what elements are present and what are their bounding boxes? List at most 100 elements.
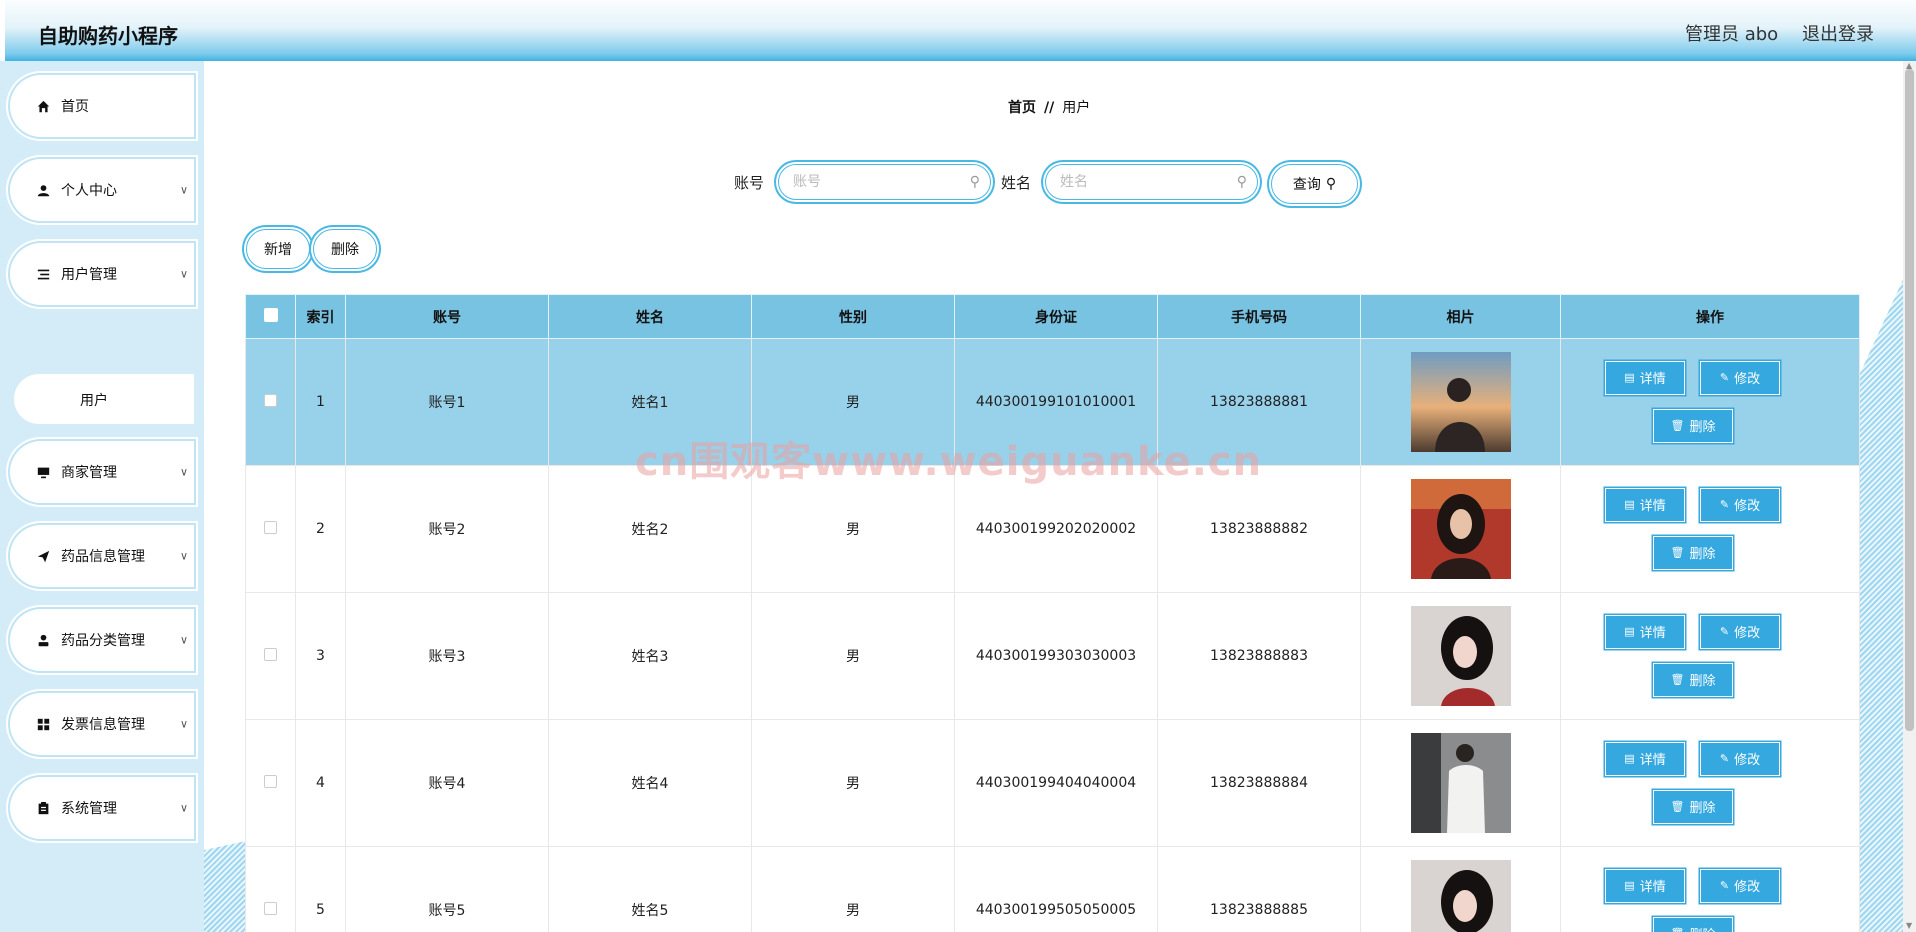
breadcrumb-separator: // [1044, 100, 1055, 116]
logout-link[interactable]: 退出登录 [1802, 20, 1874, 46]
scroll-down-arrow-icon[interactable]: ▼ [1906, 921, 1912, 930]
user-photo [1410, 733, 1511, 833]
detail-button[interactable]: ▤ 详情 [1605, 360, 1685, 395]
search-icon: ⚲ [969, 174, 980, 190]
cell-name: 姓名5 [548, 846, 752, 932]
sidebar-item-medicine-info[interactable]: 药品信息管理 ∨ [10, 525, 194, 587]
cell-operations: ▤ 详情 ✎ 修改 🗑 删除 [1560, 846, 1860, 932]
trash-icon: 🗑 [1670, 800, 1685, 813]
cell-photo [1360, 592, 1561, 720]
trash-icon: 🗑 [1670, 546, 1685, 559]
edit-button[interactable]: ✎ 修改 [1700, 360, 1780, 395]
vertical-scrollbar[interactable]: ▲ ▼ [1903, 61, 1916, 932]
sidebar-item-user-management[interactable]: 用户管理 ∨ [10, 243, 194, 305]
query-button[interactable]: 查询 ⚲ [1271, 164, 1358, 204]
cell-id-card: 440300199101010001 [954, 338, 1158, 466]
cell-name: 姓名4 [548, 719, 752, 847]
header-operations: 操作 [1560, 294, 1860, 339]
cell-id-card: 440300199303030003 [954, 592, 1158, 720]
name-search-input[interactable] [1060, 172, 1220, 192]
scrollbar-thumb[interactable] [1905, 69, 1914, 731]
table-row[interactable]: 4 账号4 姓名4 男 440300199404040004 138238888… [245, 719, 1860, 847]
add-button-label: 新增 [264, 242, 292, 258]
cell-operations: ▤ 详情 ✎ 修改 🗑 删除 [1560, 465, 1860, 593]
table-row[interactable]: 2 账号2 姓名2 男 440300199202020002 138238888… [245, 465, 1860, 593]
name-search-field[interactable]: ⚲ [1045, 164, 1258, 200]
table-header-row: 索引 账号 姓名 性别 身份证 手机号码 相片 操作 [245, 294, 1860, 339]
sidebar-item-label: 系统管理 [61, 801, 117, 817]
row-delete-button[interactable]: 🗑 删除 [1653, 408, 1733, 443]
delete-button[interactable]: 删除 [313, 229, 377, 269]
user-photo [1410, 479, 1511, 579]
sidebar-item-merchant-management[interactable]: 商家管理 ∨ [10, 441, 194, 503]
detail-button[interactable]: ▤ 详情 [1605, 614, 1685, 649]
row-delete-button[interactable]: 🗑 删除 [1653, 535, 1733, 570]
pencil-icon: ✎ [1719, 371, 1730, 384]
chevron-down-icon: ∨ [180, 801, 189, 815]
header-photo: 相片 [1360, 294, 1561, 339]
document-icon: ▤ [1624, 498, 1635, 511]
detail-button-label: 详情 [1639, 626, 1666, 641]
detail-button[interactable]: ▤ 详情 [1605, 741, 1685, 776]
row-delete-button[interactable]: 🗑 删除 [1653, 789, 1733, 824]
chevron-down-icon: ∨ [180, 183, 189, 197]
sidebar-item-medicine-category[interactable]: 药品分类管理 ∨ [10, 609, 194, 671]
cell-id-card: 440300199505050005 [954, 846, 1158, 932]
query-button-label: 查询 [1292, 177, 1321, 193]
sidebar-item-home[interactable]: 首页 [10, 75, 194, 137]
row-delete-button-label: 删除 [1689, 674, 1716, 689]
cell-account: 账号2 [345, 465, 549, 593]
row-checkbox[interactable] [264, 393, 277, 407]
chevron-down-icon: ∨ [180, 465, 189, 479]
cell-photo [1360, 719, 1561, 847]
row-checkbox[interactable] [264, 647, 277, 661]
sidebar-item-label: 首页 [61, 99, 89, 115]
sidebar-subitem-label: 用户 [80, 393, 108, 409]
document-icon: ▤ [1624, 752, 1635, 765]
document-icon: ▤ [1624, 625, 1635, 638]
add-button[interactable]: 新增 [246, 229, 310, 269]
sidebar-item-label: 药品分类管理 [61, 633, 145, 649]
breadcrumb-home[interactable]: 首页 [1008, 100, 1036, 116]
table-row[interactable]: 5 账号5 姓名5 男 440300199505050005 138238888… [245, 846, 1860, 932]
row-checkbox[interactable] [264, 901, 277, 915]
edit-button-label: 修改 [1734, 880, 1761, 895]
select-all-checkbox[interactable] [263, 307, 278, 322]
user-icon [36, 183, 50, 197]
sidebar-item-profile[interactable]: 个人中心 ∨ [10, 159, 194, 221]
account-search-input[interactable] [793, 172, 953, 192]
edit-button[interactable]: ✎ 修改 [1700, 614, 1780, 649]
list-icon [36, 267, 50, 281]
edit-button[interactable]: ✎ 修改 [1700, 868, 1780, 903]
row-delete-button[interactable]: 🗑 删除 [1653, 916, 1733, 932]
detail-button-label: 详情 [1639, 372, 1666, 387]
sidebar-item-label: 商家管理 [61, 465, 117, 481]
sidebar-subitem-users[interactable]: 用户 [14, 374, 194, 424]
edit-button[interactable]: ✎ 修改 [1700, 487, 1780, 522]
detail-button[interactable]: ▤ 详情 [1605, 868, 1685, 903]
account-search-field[interactable]: ⚲ [778, 164, 991, 200]
sidebar-item-invoice-info[interactable]: 发票信息管理 ∨ [10, 693, 194, 755]
sidebar-item-system[interactable]: 系统管理 ∨ [10, 777, 194, 839]
chevron-down-icon: ∨ [180, 633, 189, 647]
cell-name: 姓名1 [548, 338, 752, 466]
cell-photo [1360, 465, 1561, 593]
table-row[interactable]: 3 账号3 姓名3 男 440300199303030003 138238888… [245, 592, 1860, 720]
cell-gender: 男 [751, 846, 955, 932]
pencil-icon: ✎ [1719, 625, 1730, 638]
edit-button[interactable]: ✎ 修改 [1700, 741, 1780, 776]
row-delete-button[interactable]: 🗑 删除 [1653, 662, 1733, 697]
sidebar-item-label: 发票信息管理 [61, 717, 145, 733]
cell-id-card: 440300199202020002 [954, 465, 1158, 593]
detail-button[interactable]: ▤ 详情 [1605, 487, 1685, 522]
pencil-icon: ✎ [1719, 752, 1730, 765]
cell-gender: 男 [751, 592, 955, 720]
cell-gender: 男 [751, 719, 955, 847]
cell-name: 姓名3 [548, 592, 752, 720]
row-checkbox[interactable] [264, 520, 277, 534]
trash-icon: 🗑 [1671, 927, 1685, 932]
row-checkbox[interactable] [264, 774, 277, 788]
edit-button-label: 修改 [1734, 499, 1761, 514]
cell-phone: 13823888885 [1157, 846, 1361, 932]
table-row[interactable]: 1 账号1 姓名1 男 440300199101010001 138238888… [245, 338, 1860, 466]
